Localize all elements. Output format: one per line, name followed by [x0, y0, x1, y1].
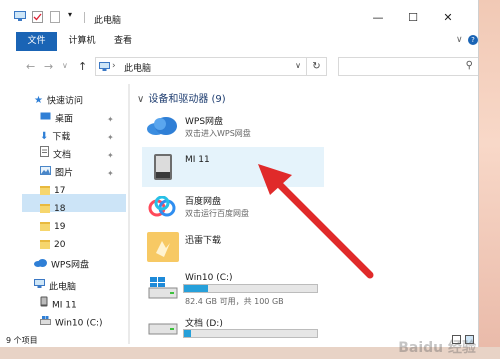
annotation-arrow-shaft: [268, 173, 374, 279]
desktop-background-strip: [479, 0, 500, 359]
item-count: 9 个项目: [6, 336, 38, 345]
file-explorer-window: ▾ 此电脑 — ☐ ✕ 文件 计算机 查看 ∨ ? ← → ∨ ↑ › 此电脑 …: [0, 0, 479, 347]
baidu-watermark: Baidu 经验: [398, 340, 476, 356]
annotation-arrow-svg: [258, 164, 374, 279]
